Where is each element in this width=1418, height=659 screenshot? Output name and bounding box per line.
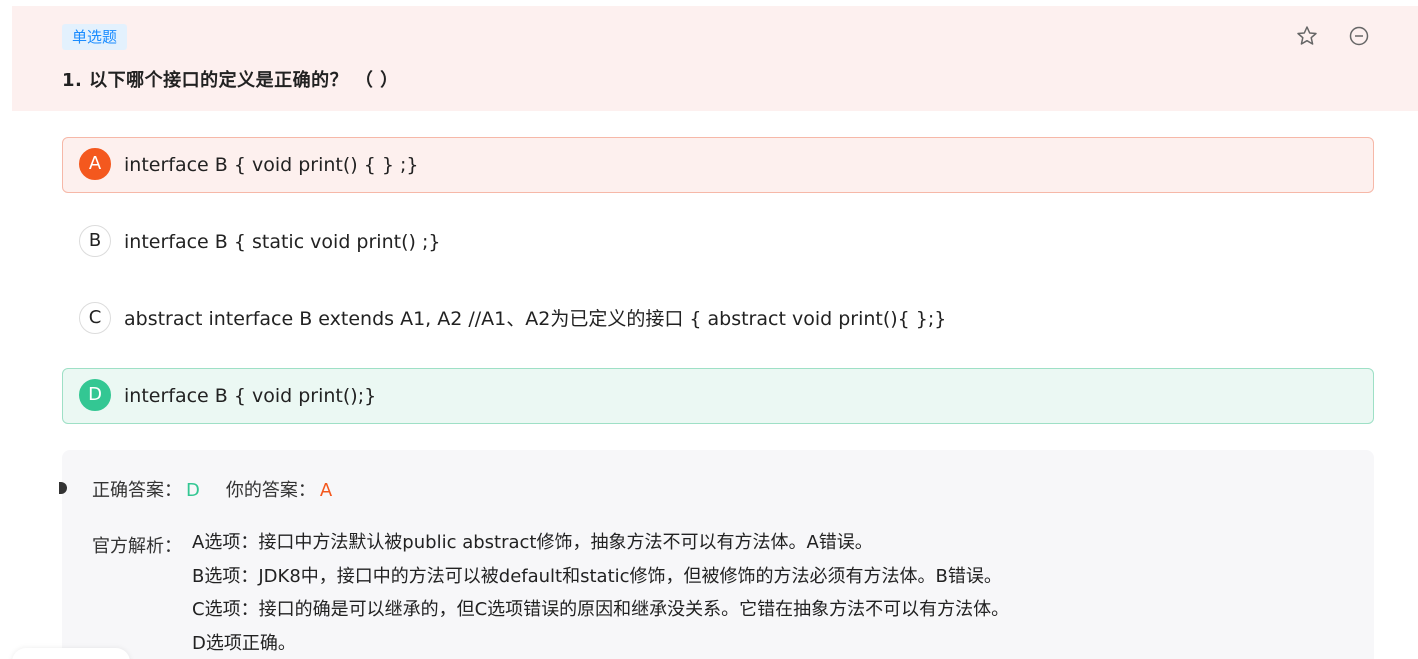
correct-answer-label: 正确答案： — [92, 480, 182, 501]
explanation-line: B选项：JDK8中，接口中的方法可以被default和static修饰，但被修饰… — [192, 565, 1002, 587]
option-b[interactable]: B interface B { static void print() ;} — [62, 214, 1374, 270]
correct-answer-value: D — [186, 480, 200, 501]
option-letter: B — [79, 225, 111, 257]
marker-dot — [59, 482, 67, 494]
question-title: 1. 以下哪个接口的定义是正确的？ （ ） — [62, 70, 399, 91]
star-icon[interactable] — [1295, 24, 1319, 48]
option-text: interface B { void print();} — [124, 385, 377, 407]
option-letter: D — [79, 379, 111, 411]
explanation-line: C选项：接口的确是可以继承的，但C选项错误的原因和继承没关系。它错在抽象方法不可… — [192, 599, 1010, 620]
explanation-line: D选项正确。 — [192, 632, 296, 654]
option-letter: C — [79, 302, 111, 334]
option-text: interface B { void print() { } ;} — [124, 154, 419, 176]
option-text: interface B { static void print() ;} — [124, 231, 441, 253]
question-header: 单选题 1. 以下哪个接口的定义是正确的？ （ ） — [12, 6, 1418, 111]
explanation-line: A选项：接口中方法默认被public abstract修饰，抽象方法不可以有方法… — [192, 532, 873, 553]
answer-analysis-panel: 正确答案： D 你的答案： A 官方解析： A选项：接口中方法默认被public ab… — [59, 450, 1374, 659]
floating-panel[interactable] — [12, 648, 130, 659]
minus-circle-icon[interactable] — [1347, 24, 1371, 48]
option-c[interactable]: C abstract interface B extends A1, A2 //… — [62, 291, 1374, 347]
question-page: 单选题 1. 以下哪个接口的定义是正确的？ （ ） A interface B … — [0, 0, 1418, 659]
question-type-badge: 单选题 — [62, 24, 128, 50]
explanation-body: A选项：接口中方法默认被public abstract修饰，抽象方法不可以有方法… — [192, 526, 1009, 659]
your-answer-label: 你的答案： — [225, 480, 316, 501]
answer-summary: 正确答案： D 你的答案： A — [92, 476, 332, 502]
your-answer-value: A — [319, 480, 333, 501]
option-a[interactable]: A interface B { void print() { } ;} — [62, 137, 1374, 193]
option-letter: A — [79, 148, 111, 180]
option-text: abstract interface B extends A1, A2 //A1… — [124, 308, 947, 330]
option-d[interactable]: D interface B { void print();} — [62, 368, 1374, 424]
explanation-label: 官方解析： — [92, 536, 182, 557]
